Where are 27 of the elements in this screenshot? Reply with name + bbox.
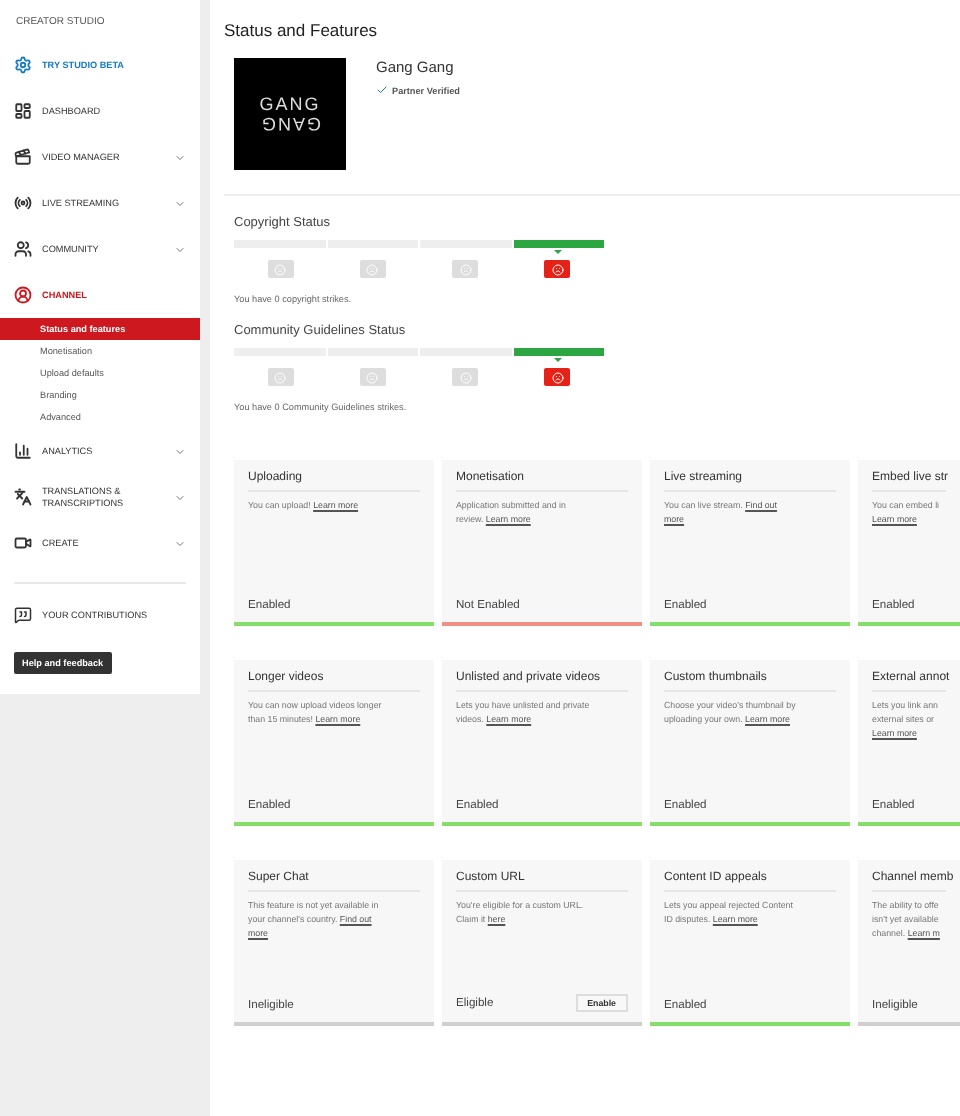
broadcast-icon (14, 194, 32, 212)
settings-icon (14, 56, 32, 74)
page-title: Status and Features (224, 20, 380, 40)
face-icon (267, 260, 294, 278)
face-icon (452, 368, 479, 386)
channel-logo: GANG GANG (234, 58, 346, 170)
face-icon (359, 368, 386, 386)
translate-icon (14, 488, 32, 506)
chevron-icon[interactable] (174, 151, 186, 163)
bar-chart-icon (14, 442, 32, 460)
face-icon (452, 260, 479, 278)
chevron-icon[interactable] (174, 243, 186, 255)
check-icon (376, 84, 388, 96)
chevron-icon[interactable] (174, 537, 186, 549)
user-circle-icon (14, 286, 32, 304)
chat-bubble-icon (14, 606, 32, 624)
face-icon (544, 260, 571, 278)
face-icon (267, 368, 294, 386)
people-icon (14, 240, 32, 258)
chevron-icon[interactable] (174, 491, 186, 503)
face-icon (359, 260, 386, 278)
face-icon (544, 368, 571, 386)
dashboard-icon (14, 102, 32, 120)
clapperboard-icon (14, 148, 32, 166)
chevron-icon[interactable] (174, 445, 186, 457)
chevron-icon[interactable] (174, 197, 186, 209)
video-camera-icon (14, 534, 32, 552)
